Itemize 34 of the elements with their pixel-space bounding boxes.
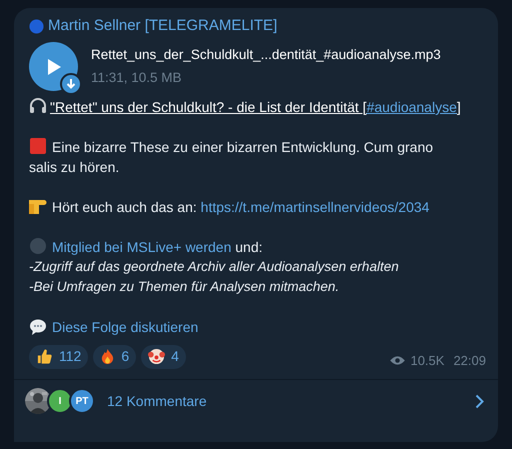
speech-bubble-icon [29, 318, 47, 336]
user-avatar: I [47, 388, 73, 414]
circle-icon [29, 18, 44, 34]
benefit-text: -Zugriff auf das geordnete Archiv aller Audioanalysen erhalten [29, 258, 400, 276]
thumbs-up-icon [36, 348, 53, 366]
headphones-icon [29, 98, 47, 114]
clown-face-icon [148, 348, 166, 366]
user-avatar: PT [69, 388, 95, 414]
reaction-button[interactable]: 6 [93, 344, 136, 369]
membership-link[interactable]: Mitglied bei MSLive+ werden [52, 239, 232, 255]
reaction-button[interactable]: 112 [29, 344, 88, 369]
sender-name[interactable]: Martin Sellner [TELEGRAMELITE] [48, 14, 278, 38]
url-link[interactable]: https://t.me/martinsellnervideos/2034 [200, 199, 430, 215]
file-info: 11:31, 10.5 MB [91, 68, 183, 86]
comments-label: 12 Kommentare [107, 392, 207, 410]
eye-icon [389, 355, 406, 366]
play-icon [46, 58, 62, 76]
chevron-right-icon [475, 394, 484, 408]
comments-button[interactable]: I PT 12 Kommentare [14, 378, 498, 422]
fire-icon [100, 348, 116, 366]
square-icon [29, 137, 47, 155]
message-text: Eine bizarre These zu einer bizarren Entwicklung. Cum grano salis zu hören. [29, 137, 434, 177]
hashtag-link[interactable]: #audioanalyse [366, 99, 457, 115]
file-name: Rettet_uns_der_Schuldkult_...dentität_#audioanalyse.mp3 [91, 46, 441, 64]
blob-icon [29, 237, 47, 255]
view-count: 10.5K [410, 352, 444, 370]
reaction-button[interactable]: 4 [141, 344, 186, 369]
benefit-text: -Bei Umfragen zu Themen für Analysen mitmachen. [29, 278, 340, 296]
message-time: 22:09 [453, 352, 486, 370]
message-text: Hört euch auch das an: https://t.me/martinsellnervideos/2034 [29, 197, 486, 217]
episode-title: "Rettet" uns der Schuldkult? - die List der Identität [#audioanalyse] [50, 99, 461, 115]
message-text: Mitglied bei MSLive+ werden und: [29, 237, 486, 257]
download-icon[interactable] [60, 73, 82, 95]
discussion-link[interactable]: Diese Folge diskutieren [52, 317, 198, 337]
